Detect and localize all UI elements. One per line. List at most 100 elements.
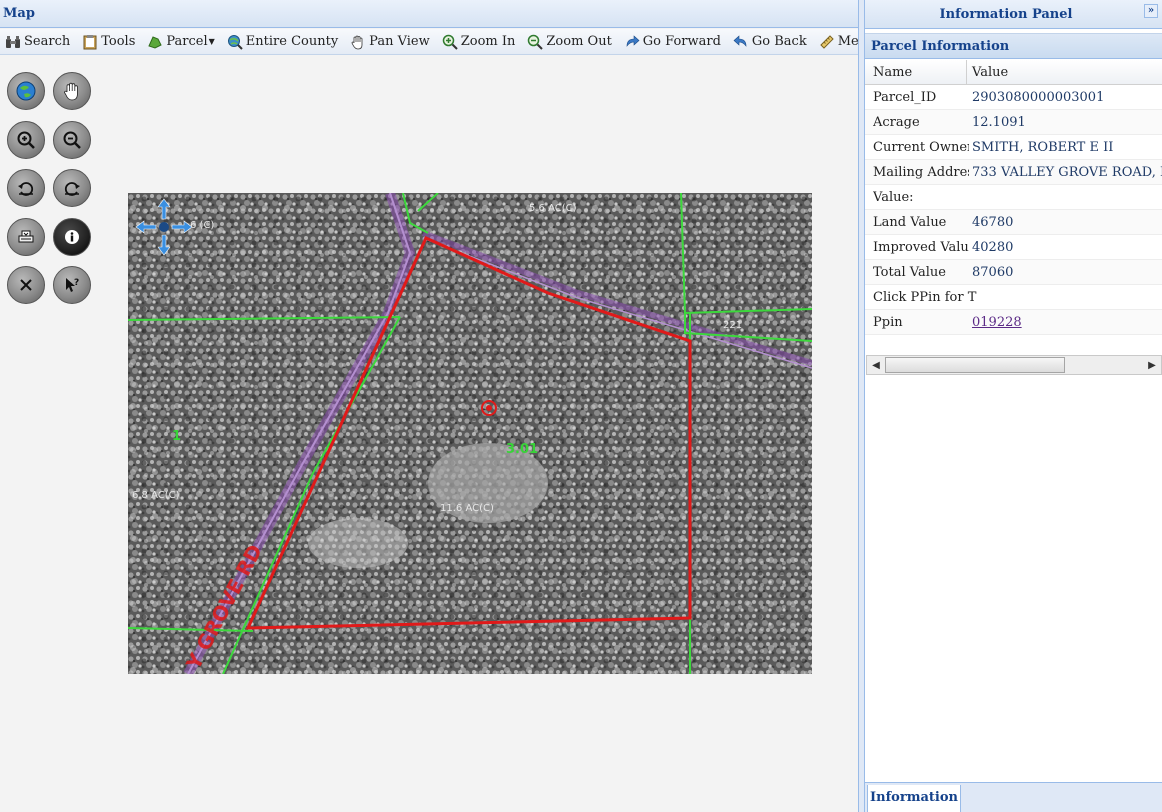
hand-icon xyxy=(351,35,363,49)
close-icon xyxy=(20,279,32,291)
ppin-link[interactable]: 019228 xyxy=(972,315,1022,330)
search-label: Search xyxy=(24,34,71,49)
rotate-left-icon xyxy=(18,182,34,196)
zoom-in-icon xyxy=(442,34,458,50)
table-row[interactable]: Click PPin for T xyxy=(865,285,1162,310)
table-row[interactable]: Land Value 46780 xyxy=(865,210,1162,235)
horizontal-scrollbar[interactable]: ◀ ▶ xyxy=(866,355,1162,375)
clipboard-icon xyxy=(83,34,97,49)
ruler-icon xyxy=(820,34,834,49)
row-name: Improved Value xyxy=(873,240,969,255)
svg-text:?: ? xyxy=(74,278,79,288)
forward-arrow-icon xyxy=(626,34,640,47)
globe-icon xyxy=(16,81,36,101)
binoculars-icon xyxy=(6,35,20,48)
go-back-button[interactable]: Go Back xyxy=(730,31,810,53)
full-extent-button[interactable] xyxy=(7,72,45,110)
pan-left-icon xyxy=(135,220,157,234)
row-name: Land Value xyxy=(873,215,947,230)
acreage-label-selected: 11.6 AC(C) xyxy=(440,503,494,514)
pan-right-icon xyxy=(171,220,193,234)
table-row[interactable]: Current Owner SMITH, ROBERT E II xyxy=(865,135,1162,160)
tools-button[interactable]: Tools xyxy=(79,31,138,53)
pan-button[interactable] xyxy=(53,72,91,110)
previous-extent-button[interactable] xyxy=(7,169,45,207)
collapse-panel-button[interactable]: » xyxy=(1144,4,1158,18)
tab-information[interactable]: Information xyxy=(867,785,961,812)
map-viewport[interactable]: Y GROVE RD 5.6 AC(C) 6 (C) 221 6.8 AC(C)… xyxy=(128,193,812,674)
row-name: Parcel_ID xyxy=(873,90,937,105)
pan-up-icon xyxy=(157,198,171,220)
row-name: Acrage xyxy=(873,115,920,130)
row-name: Total Value xyxy=(873,265,946,280)
parcel-info-grid: Name Value Parcel_ID 2903080000003001 Ac… xyxy=(865,60,1162,335)
table-row[interactable]: Total Value 87060 xyxy=(865,260,1162,285)
row-value: 40280 xyxy=(972,240,1014,255)
acreage-label-top: 5.6 AC(C) xyxy=(529,203,577,214)
scrollbar-thumb[interactable] xyxy=(885,357,1065,373)
column-divider[interactable] xyxy=(966,60,967,85)
tools-label: Tools xyxy=(101,34,136,49)
go-forward-button[interactable]: Go Forward xyxy=(621,31,724,53)
parcel-label: Parcel xyxy=(166,34,208,49)
aerial-map: Y GROVE RD xyxy=(128,193,812,674)
zoom-in-button[interactable]: Zoom In xyxy=(439,31,519,53)
zoom-out-nav-button[interactable] xyxy=(53,121,91,159)
map-pane: Map Search Tools Parcel ▼ Entire County … xyxy=(0,0,895,812)
info-panel-header: Information Panel » xyxy=(865,0,1162,29)
pan-arrows[interactable] xyxy=(134,197,194,257)
next-extent-button[interactable] xyxy=(53,169,91,207)
map-header: Map xyxy=(0,0,858,28)
parcel-info-header[interactable]: Parcel Information xyxy=(865,33,1162,59)
help-button[interactable]: ? xyxy=(53,266,91,304)
table-row[interactable]: Acrage 12.1091 xyxy=(865,110,1162,135)
row-name: Ppin xyxy=(873,315,903,330)
zoom-out-icon xyxy=(528,34,544,50)
pan-down-icon xyxy=(157,234,171,256)
scroll-left-icon[interactable]: ◀ xyxy=(869,359,883,373)
table-row[interactable]: Improved Value 40280 xyxy=(865,235,1162,260)
table-row[interactable]: Value: xyxy=(865,185,1162,210)
entire-county-label: Entire County xyxy=(245,34,339,49)
entire-county-button[interactable]: Entire County xyxy=(224,31,341,53)
information-panel: Information Panel » Parcel Information N… xyxy=(865,0,1162,812)
scroll-right-icon[interactable]: ▶ xyxy=(1145,359,1159,373)
table-row[interactable]: Parcel_ID 2903080000003001 xyxy=(865,85,1162,110)
help-pointer-icon: ? xyxy=(66,278,79,292)
map-toolbar: Search Tools Parcel ▼ Entire County Pan … xyxy=(0,29,895,55)
row-value: 87060 xyxy=(972,265,1014,280)
info-icon xyxy=(65,230,79,244)
lot-number-label: 221 xyxy=(723,320,743,331)
table-row[interactable]: Ppin 019228 xyxy=(865,310,1162,335)
row-name: Value: xyxy=(873,190,914,205)
column-header-name[interactable]: Name xyxy=(873,65,969,80)
go-forward-label: Go Forward xyxy=(642,34,721,49)
row-value: 46780 xyxy=(972,215,1014,230)
parcel-dropdown-button[interactable]: Parcel ▼ xyxy=(144,31,217,53)
go-back-label: Go Back xyxy=(751,34,807,49)
globe-zoom-icon xyxy=(227,34,243,50)
row-name: Click PPin for T xyxy=(873,290,977,305)
zoom-in-nav-button[interactable] xyxy=(7,121,45,159)
parcel-icon xyxy=(148,35,163,49)
row-name: Mailing Address xyxy=(873,165,969,180)
identify-button[interactable] xyxy=(53,218,91,256)
row-value: 12.1091 xyxy=(972,115,1026,130)
parcel-info-title: Parcel Information xyxy=(871,39,1010,54)
search-button[interactable]: Search xyxy=(2,31,73,53)
back-arrow-icon xyxy=(733,34,747,47)
map-title: Map xyxy=(3,6,35,21)
clear-button[interactable] xyxy=(7,266,45,304)
rotate-right-icon xyxy=(64,182,80,196)
column-header-value[interactable]: Value xyxy=(972,65,1008,80)
print-button[interactable] xyxy=(7,218,45,256)
row-name: Current Owner xyxy=(873,140,969,155)
zoom-out-button[interactable]: Zoom Out xyxy=(524,31,614,53)
panel-splitter[interactable] xyxy=(858,0,865,812)
table-row[interactable]: Mailing Address 733 VALLEY GROVE ROAD, R… xyxy=(865,160,1162,185)
row-value: 2903080000003001 xyxy=(972,90,1105,105)
zoom-in-label: Zoom In xyxy=(460,34,516,49)
pan-view-button[interactable]: Pan View xyxy=(347,31,433,53)
acreage-label-left: 6.8 AC(C) xyxy=(132,490,180,501)
parcel-number-label: 3.01 xyxy=(506,442,539,457)
